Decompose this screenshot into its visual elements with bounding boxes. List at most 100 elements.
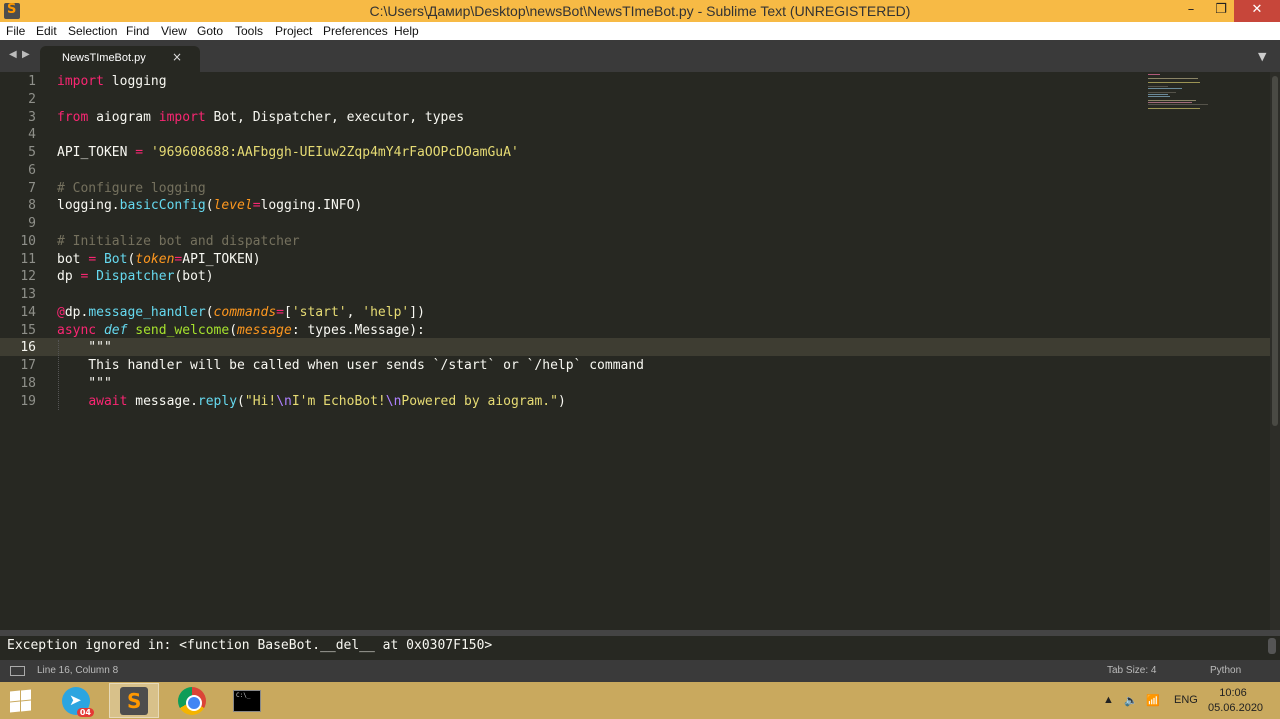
menu-view[interactable]: View: [161, 24, 187, 38]
function-name: Dispatcher: [96, 269, 175, 284]
code-text: [: [284, 305, 292, 320]
tray-overflow-icon[interactable]: ▲: [1103, 694, 1114, 706]
line-number: 2: [28, 92, 36, 107]
code-line-17: This handler will be called when user se…: [57, 358, 644, 373]
taskbar-telegram[interactable]: 04: [51, 683, 101, 718]
window-title: C:\Users\Дамир\Desktop\newsBot\NewsTImeB…: [369, 3, 911, 19]
code-line-12: dp = Dispatcher(bot): [57, 268, 214, 286]
minimap[interactable]: [1148, 72, 1228, 132]
tab-newstimebot[interactable]: NewsTImeBot.py ×: [40, 46, 200, 72]
operator: =: [88, 252, 97, 267]
clock[interactable]: 10:06 05.06.2020: [1208, 686, 1263, 716]
argument-name: level: [213, 198, 253, 213]
line-number: 18: [20, 376, 36, 391]
menu-project[interactable]: Project: [275, 24, 312, 38]
code-text: aiogram: [88, 110, 159, 125]
tab-close-icon[interactable]: ×: [172, 50, 182, 64]
tab-list-dropdown-icon[interactable]: ▼: [1258, 50, 1266, 63]
function-definition-name: send_welcome: [135, 323, 230, 338]
keyword-def: def: [103, 323, 128, 338]
code-line-16: """: [57, 340, 112, 355]
code-text: (bot): [174, 269, 214, 284]
console-output: Exception ignored in: <function BaseBot.…: [7, 638, 493, 653]
code-text: dp: [57, 269, 81, 284]
minimize-button[interactable]: –: [1176, 0, 1206, 22]
keyword: await: [88, 394, 128, 409]
taskbar-sublime-text[interactable]: [109, 683, 159, 718]
tab-prev-icon[interactable]: ◀: [9, 49, 17, 60]
keyword: import: [158, 110, 206, 125]
operator: =: [252, 198, 261, 213]
code-text: (: [229, 323, 238, 338]
code-line-8: logging.basicConfig(level=logging.INFO): [57, 197, 362, 215]
scrollbar-thumb[interactable]: [1272, 76, 1278, 426]
syntax-selector[interactable]: Python: [1210, 665, 1241, 676]
comment: # Initialize bot and dispatcher: [57, 234, 300, 249]
code-editor[interactable]: 1 2 3 4 5 6 7 8 9 10 11 12 13 14 15 16 1…: [0, 72, 1270, 630]
console-scrollbar[interactable]: [1268, 638, 1276, 654]
status-bar: Line 16, Column 8 Tab Size: 4 Python: [0, 660, 1280, 682]
code-line-15: async def send_welcome(message: types.Me…: [57, 322, 425, 340]
function-name: reply: [197, 394, 238, 409]
network-icon[interactable]: 📶: [1146, 694, 1160, 707]
cursor-position: Line 16, Column 8: [37, 665, 119, 676]
command-prompt-icon: [233, 689, 261, 712]
show-panel-icon[interactable]: [10, 666, 25, 676]
taskbar-chrome[interactable]: [167, 683, 217, 718]
menu-find[interactable]: Find: [126, 24, 149, 38]
argument-name: message: [237, 323, 292, 338]
code-text: logging.: [57, 198, 120, 213]
menu-file[interactable]: File: [6, 24, 25, 38]
code-line-11: bot = Bot(token=API_TOKEN): [57, 251, 261, 269]
code-text: logging.INFO): [260, 198, 363, 213]
volume-icon[interactable]: 🔈: [1124, 694, 1138, 707]
menu-edit[interactable]: Edit: [36, 24, 57, 38]
code-line-7: # Configure logging: [57, 180, 206, 198]
windows-logo-icon-part: [10, 701, 20, 713]
windows-logo-icon: [10, 690, 20, 702]
menu-selection[interactable]: Selection: [68, 24, 117, 38]
code-text: ]): [409, 305, 425, 320]
telegram-unread-badge: 04: [76, 707, 94, 717]
clock-time: 10:06: [1219, 687, 1247, 699]
function-name: Bot: [103, 252, 128, 267]
console-panel[interactable]: Exception ignored in: <function BaseBot.…: [0, 630, 1280, 660]
close-window-button[interactable]: ✕: [1234, 0, 1280, 22]
windows-logo-icon-part: [21, 700, 31, 712]
code-line-18: """: [57, 376, 112, 391]
string-literal: "Hi!: [244, 394, 277, 409]
line-number: 7: [28, 181, 36, 196]
restore-button[interactable]: ❐: [1206, 0, 1236, 22]
line-number: 3: [28, 110, 36, 125]
vertical-scrollbar[interactable]: [1270, 72, 1280, 630]
windows-taskbar: 04 ▲ 🔈 📶 ENG 10:06 05.06.2020: [0, 682, 1280, 719]
line-number: 9: [28, 216, 36, 231]
line-number: 14: [20, 305, 36, 320]
code-line-19: await message.reply("Hi!\nI'm EchoBot!\n…: [57, 393, 566, 411]
code-text: ): [557, 394, 566, 409]
code-line-1: import logging: [57, 73, 167, 91]
menu-tools[interactable]: Tools: [235, 24, 263, 38]
menu-preferences[interactable]: Preferences: [323, 24, 388, 38]
string-literal: 'help': [362, 305, 410, 320]
line-number: 10: [20, 234, 36, 249]
menu-goto[interactable]: Goto: [197, 24, 223, 38]
menu-help[interactable]: Help: [394, 24, 419, 38]
code-text: API_TOKEN): [182, 252, 261, 267]
input-language[interactable]: ENG: [1174, 694, 1198, 706]
code-line-10: # Initialize bot and dispatcher: [57, 233, 300, 251]
tab-size-selector[interactable]: Tab Size: 4: [1107, 665, 1156, 676]
tab-next-icon[interactable]: ▶: [22, 49, 30, 60]
keyword: import: [57, 74, 104, 89]
code-line-14: @dp.message_handler(commands=['start', '…: [57, 304, 425, 322]
code-line-3: from aiogram import Bot, Dispatcher, exe…: [57, 109, 464, 127]
operator: =: [276, 305, 284, 320]
taskbar-command-prompt[interactable]: [222, 683, 272, 718]
code-text: (: [205, 305, 214, 320]
start-button[interactable]: [10, 689, 32, 713]
line-number: 13: [20, 287, 36, 302]
